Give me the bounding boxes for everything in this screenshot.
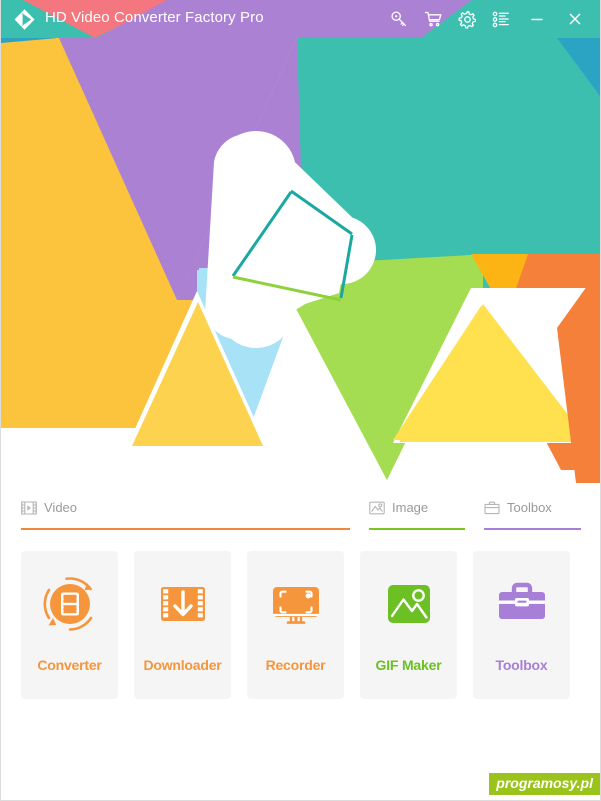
card-downloader[interactable]: Downloader	[134, 551, 231, 699]
film-download-icon	[152, 573, 214, 635]
tab-video[interactable]: Video	[21, 500, 350, 530]
gear-icon[interactable]	[450, 0, 484, 38]
monitor-record-icon	[265, 573, 327, 635]
card-toolbox-label: Toolbox	[496, 657, 548, 673]
hero-banner	[1, 38, 600, 488]
geometric-triangles-graphic	[1, 38, 600, 488]
card-converter-label: Converter	[37, 657, 101, 673]
tab-toolbox-underline	[484, 528, 581, 530]
title-bar: HD Video Converter Factory Pro	[1, 0, 601, 38]
card-downloader-label: Downloader	[143, 657, 221, 673]
film-strip-icon	[21, 501, 37, 517]
picture-icon	[369, 501, 385, 517]
card-gifmaker[interactable]: GIF Maker	[360, 551, 457, 699]
close-icon[interactable]	[556, 0, 594, 38]
briefcase-icon	[491, 573, 553, 635]
tab-image[interactable]: Image	[369, 500, 465, 530]
list-icon[interactable]	[484, 0, 518, 38]
key-icon[interactable]	[382, 0, 416, 38]
picture-mountain-icon	[378, 573, 440, 635]
window-title: HD Video Converter Factory Pro	[45, 9, 264, 26]
convert-film-circle-icon	[39, 573, 101, 635]
play-diamond-logo	[13, 8, 36, 31]
tab-toolbox-label: Toolbox	[507, 500, 552, 516]
card-toolbox[interactable]: Toolbox	[473, 551, 570, 699]
footer-bar: WonderFox programosy.pl	[1, 770, 600, 800]
tab-image-underline	[369, 528, 465, 530]
tab-video-underline	[21, 528, 350, 530]
site-watermark: programosy.pl	[489, 773, 600, 795]
card-converter[interactable]: Converter	[21, 551, 118, 699]
feature-cards: Converter	[21, 551, 582, 699]
minimize-icon[interactable]	[518, 0, 556, 38]
card-gifmaker-label: GIF Maker	[376, 657, 442, 673]
tab-video-label: Video	[44, 500, 77, 516]
card-recorder[interactable]: Recorder	[247, 551, 344, 699]
titlebar-actions	[382, 0, 594, 38]
cart-icon[interactable]	[416, 0, 450, 38]
card-recorder-label: Recorder	[266, 657, 326, 673]
application-window: HD Video Converter Factory Pro	[0, 0, 601, 801]
tab-image-label: Image	[392, 500, 428, 516]
tab-toolbox[interactable]: Toolbox	[484, 500, 581, 530]
briefcase-icon	[484, 501, 500, 517]
category-tabs: Video Image Toolbox	[1, 500, 600, 532]
